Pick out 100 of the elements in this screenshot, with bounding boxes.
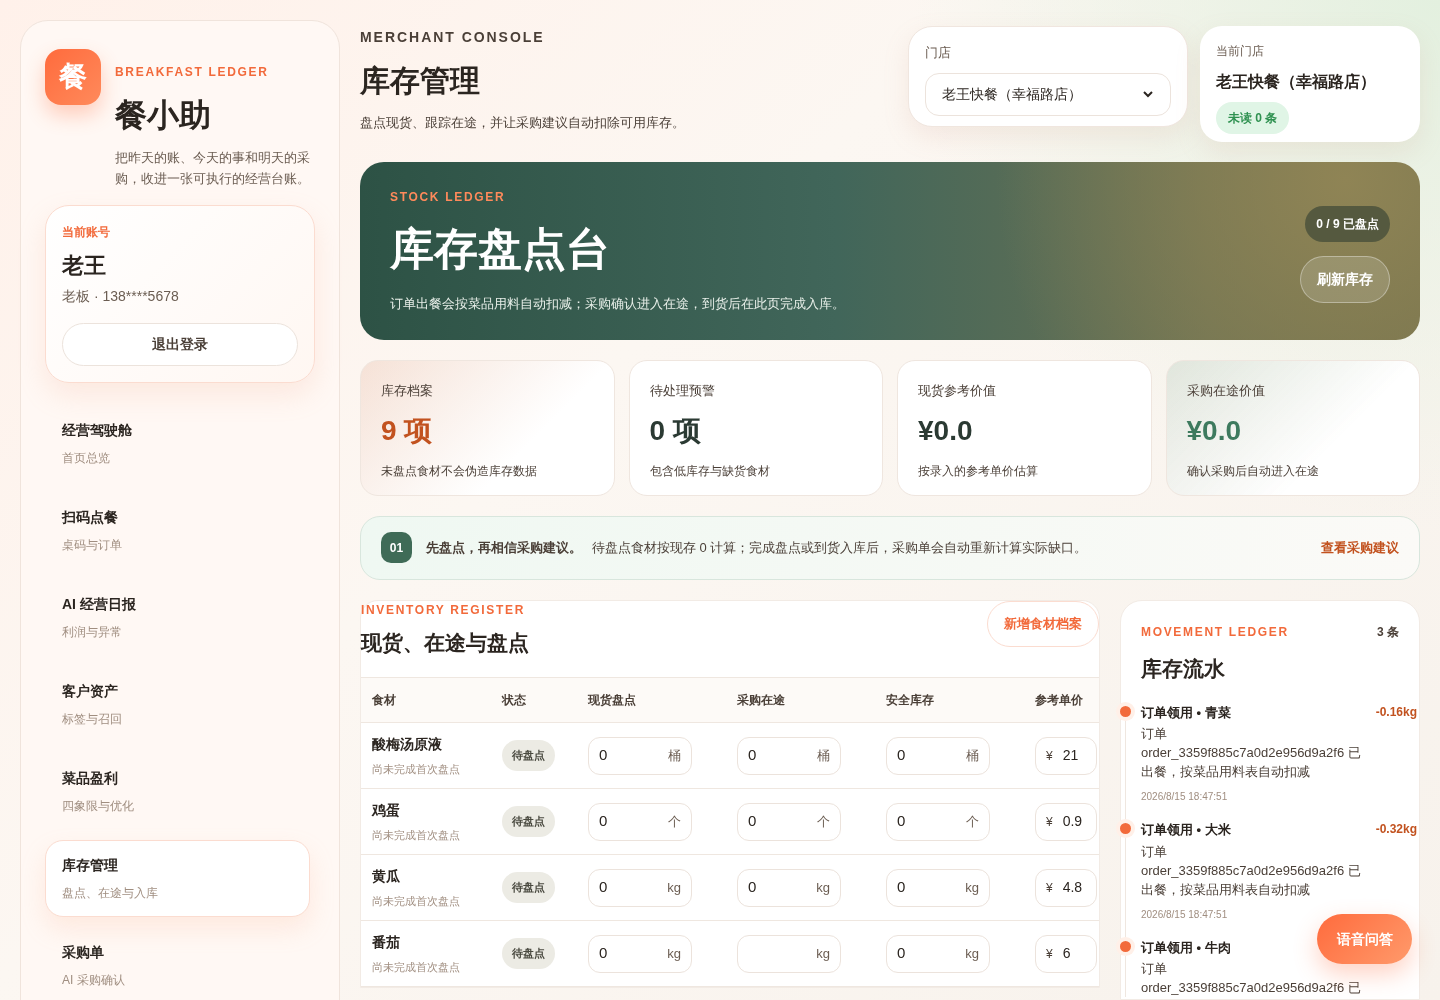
nav-title: 采购单	[62, 943, 105, 962]
ingredient-name: 黄瓜	[372, 866, 401, 886]
stat-value: ¥0.0	[1186, 414, 1242, 449]
quantity-value: 0	[897, 745, 906, 766]
movement-description: 订单 order_3359f885c7a0d2e956d9a2f6 已出餐，按菜品用料表自动扣减	[1141, 842, 1362, 899]
header-eyebrow: MERCHANT CONSOLE	[360, 28, 546, 47]
unit-label: 桶	[966, 746, 979, 765]
register-eyebrow: INVENTORY REGISTER	[361, 602, 527, 619]
stat-value: ¥0.0	[918, 414, 974, 449]
nav-item[interactable]: 经营驾驶舱 首页总览	[45, 405, 310, 482]
status-badge: 待盘点	[502, 938, 555, 969]
movement-time: 2026/8/15 18:47:51	[1141, 790, 1229, 804]
current-store-name: 老王快餐（幸福路店）	[1216, 72, 1377, 92]
account-name: 老王	[62, 252, 107, 280]
movement-amount: -0.32kg	[1375, 821, 1418, 838]
unit-label: 个	[966, 812, 979, 831]
price-value: 21	[1062, 746, 1079, 765]
chevron-down-icon	[1142, 88, 1154, 100]
logout-button[interactable]: 退出登录	[62, 323, 298, 366]
stat-note: 未盘点食材不会伪造库存数据	[381, 463, 538, 481]
column-header: 参考单价	[1035, 692, 1084, 709]
unit-price-field[interactable]: ¥ 21	[1035, 736, 1097, 775]
on-hand-field[interactable]: 0 kg	[588, 868, 692, 907]
unit-label: 个	[668, 812, 681, 831]
nav-item[interactable]: 库存管理 盘点、在途与入库	[45, 840, 310, 917]
ingredient-note: 尚未完成首次盘点	[372, 959, 461, 975]
current-store-label: 当前门店	[1216, 43, 1265, 60]
movement-description: 订单 order_3359f885c7a0d2e956d9a2f6 已出餐，按菜品用料表自动扣减	[1141, 725, 1362, 781]
price-value: 0.9	[1062, 812, 1083, 831]
stat-value: 0 项	[649, 414, 702, 449]
movement-amount: -0.16kg	[1375, 703, 1418, 721]
on-hand-field[interactable]: 0 桶	[588, 736, 692, 775]
in-transit-field[interactable]: 0 桶	[737, 736, 841, 775]
in-transit-field[interactable]: 0 个	[737, 802, 841, 841]
unit-label: kg	[965, 944, 979, 963]
safety-stock-field[interactable]: 0 桶	[886, 736, 990, 775]
on-hand-field[interactable]: 0 kg	[588, 934, 692, 973]
nav-subtitle: 盘点、在途与入库	[62, 885, 159, 902]
safety-stock-field[interactable]: 0 kg	[886, 934, 990, 973]
progress-badge: 0 / 9 已盘点	[1305, 206, 1390, 243]
in-transit-field[interactable]: kg	[737, 934, 841, 973]
page-title: 库存管理	[360, 63, 481, 99]
stat-note: 确认采购后自动进入在途	[1186, 463, 1320, 481]
movement-title-text: 订单领用 • 牛肉	[1141, 938, 1231, 957]
status-badge: 待盘点	[502, 806, 555, 837]
column-header: 安全库存	[886, 692, 935, 709]
unread-badge: 未读 0 条	[1216, 102, 1290, 134]
column-header: 现货盘点	[588, 692, 637, 709]
logo-badge: 餐	[45, 49, 101, 105]
stat-label: 库存档案	[381, 381, 434, 400]
unit-label: kg	[816, 878, 830, 897]
store-select[interactable]: 老王快餐（幸福路店）	[925, 72, 1171, 116]
tip-text: 待盘点食材按现存 0 计算；完成盘点或到货入库后，采购单会自动重新计算实际缺口。	[592, 539, 1088, 558]
store-label: 门店	[925, 44, 952, 62]
column-header: 采购在途	[737, 692, 786, 709]
column-header: 食材	[372, 692, 397, 709]
nav-subtitle: AI 采购确认	[62, 972, 126, 989]
status-badge: 待盘点	[502, 740, 555, 771]
currency-label: ¥	[1046, 747, 1053, 765]
register-title: 现货、在途与盘点	[361, 630, 529, 656]
quantity-value: 0	[897, 811, 906, 832]
unit-label: kg	[965, 878, 979, 897]
quantity-value: 0	[599, 811, 608, 832]
stat-label: 现货参考价值	[918, 381, 997, 400]
ingredient-note: 尚未完成首次盘点	[372, 761, 461, 777]
movement-count: 3 条	[1377, 624, 1399, 641]
hero-description: 订单出餐会按菜品用料自动扣减；采购确认进入在途，到货后在此页完成入库。	[390, 295, 845, 314]
quantity-value: 0	[599, 943, 608, 964]
quantity-value: 0	[599, 877, 608, 898]
ingredient-name: 酸梅汤原液	[372, 734, 443, 754]
nav-title: AI 经营日报	[62, 595, 137, 614]
nav-item[interactable]: AI 经营日报 利润与异常	[45, 579, 310, 656]
nav-item[interactable]: 扫码点餐 桌码与订单	[45, 492, 310, 569]
nav-title: 客户资产	[62, 682, 119, 701]
nav-item[interactable]: 菜品盈利 四象限与优化	[45, 753, 310, 830]
account-label: 当前账号	[62, 224, 111, 241]
unit-label: 桶	[668, 746, 681, 765]
quantity-value: 0	[748, 811, 757, 832]
nav-subtitle: 利润与异常	[62, 624, 123, 641]
nav-subtitle: 标签与召回	[62, 711, 123, 728]
movement-title: 库存流水	[1141, 656, 1226, 682]
nav-item[interactable]: 客户资产 标签与召回	[45, 666, 310, 743]
page-subtitle: 盘点现货、跟踪在途，并让采购建议自动扣除可用库存。	[360, 114, 686, 132]
nav-subtitle: 桌码与订单	[62, 537, 123, 554]
safety-stock-field[interactable]: 0 个	[886, 802, 990, 841]
unit-price-field[interactable]: ¥ 6	[1035, 934, 1097, 973]
nav-title: 库存管理	[62, 856, 119, 875]
step-badge: 01	[381, 532, 412, 564]
safety-stock-field[interactable]: 0 kg	[886, 868, 990, 907]
purchase-suggestion-link[interactable]: 查看采购建议	[1321, 538, 1399, 558]
unit-label: 桶	[817, 746, 830, 765]
on-hand-field[interactable]: 0 个	[588, 802, 692, 841]
stat-label: 待处理预警	[649, 381, 716, 400]
stat-label: 采购在途价值	[1186, 381, 1266, 400]
unit-price-field[interactable]: ¥ 4.8	[1035, 868, 1097, 907]
ingredient-note: 尚未完成首次盘点	[372, 893, 461, 909]
quantity-value: 0	[748, 877, 757, 898]
in-transit-field[interactable]: 0 kg	[737, 868, 841, 907]
unit-price-field[interactable]: ¥ 0.9	[1035, 802, 1097, 841]
nav-item[interactable]: 采购单 AI 采购确认	[45, 927, 310, 1000]
